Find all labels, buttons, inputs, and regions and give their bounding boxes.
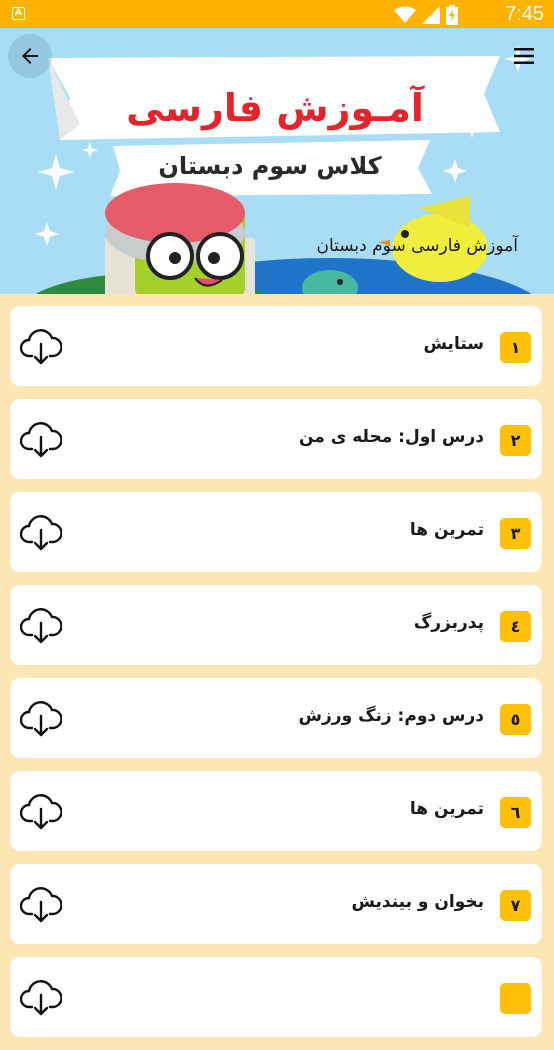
lesson-card[interactable]: ٦ تمرین ها: [10, 771, 542, 851]
status-bar: A 7:45: [0, 0, 554, 28]
lesson-number-badge: ٥: [500, 704, 531, 735]
lesson-title: ستایش: [423, 334, 484, 354]
lesson-card[interactable]: ۱ ستایش: [10, 306, 542, 386]
cloud-download-icon[interactable]: [20, 884, 62, 924]
lesson-title: درس اول: محله ی من: [298, 427, 484, 447]
lesson-title: تمرین ها: [409, 799, 484, 819]
cloud-download-icon[interactable]: [20, 326, 62, 366]
lesson-number-badge: [500, 983, 531, 1014]
lesson-title: بخوان و بیندیش: [351, 892, 484, 912]
lesson-number-badge: ۲: [500, 425, 531, 456]
lesson-card[interactable]: ۷ بخوان و بیندیش: [10, 864, 542, 944]
lesson-number-badge: ۳: [500, 518, 531, 549]
arrow-back-icon: [22, 48, 38, 64]
banner-heading: آمـوزش فارسی: [126, 86, 424, 130]
lesson-number-badge: ٦: [500, 797, 531, 828]
lesson-card[interactable]: ٤ پدربزرگ: [10, 585, 542, 665]
banner-caption: آموزش فارسی سوم دبستان: [316, 236, 518, 256]
cloud-download-icon[interactable]: [20, 977, 62, 1017]
cloud-download-icon[interactable]: [20, 698, 62, 738]
signal-icon: [422, 6, 440, 24]
lesson-title: درس دوم: زنگ ورزش: [298, 706, 484, 726]
back-button[interactable]: [8, 34, 52, 78]
header-banner: آمـوزش فارسی کلاس سوم دبستان آموزش فارسی…: [0, 28, 554, 294]
lesson-number-badge: ۷: [500, 890, 531, 921]
lesson-number-badge: ٤: [500, 611, 531, 642]
lesson-title: تمرین ها: [409, 520, 484, 540]
status-time: 7:45: [505, 3, 544, 25]
cloud-download-icon[interactable]: [20, 512, 62, 552]
lesson-card[interactable]: ۲ درس اول: محله ی من: [10, 399, 542, 479]
menu-button[interactable]: [502, 34, 546, 78]
wifi-icon: [394, 6, 416, 23]
status-icons: [394, 5, 458, 25]
lesson-card[interactable]: ۳ تمرین ها: [10, 492, 542, 572]
lesson-list: ۱ ستایش ۲ درس اول: محله ی من ۳ تمرین ها …: [10, 306, 542, 1050]
lesson-card-partial[interactable]: [10, 957, 542, 1037]
hamburger-menu-icon: [514, 48, 534, 64]
cloud-download-icon[interactable]: [20, 605, 62, 645]
lesson-title: پدربزرگ: [413, 613, 484, 633]
app-notification-icon: A: [12, 7, 25, 20]
battery-charging-icon: [446, 5, 458, 25]
cloud-download-icon[interactable]: [20, 419, 62, 459]
lesson-number-badge: ۱: [500, 332, 531, 363]
lesson-card[interactable]: ٥ درس دوم: زنگ ورزش: [10, 678, 542, 758]
banner-subheading: کلاس سوم دبستان: [158, 152, 382, 180]
cloud-download-icon[interactable]: [20, 791, 62, 831]
